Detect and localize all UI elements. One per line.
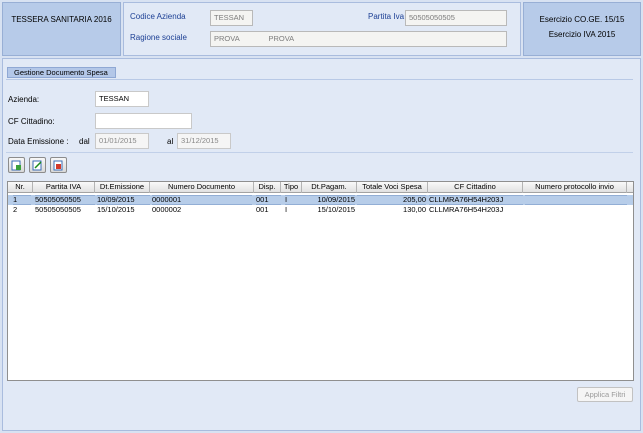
table-row[interactable]: 2 50505050505 15/10/2015 0000002 001 I 1… [8, 205, 633, 215]
azienda-label: Azienda: [8, 95, 40, 104]
partita-iva-field: 50505050505 [405, 10, 507, 26]
column-header[interactable]: Dt.Pagam. [302, 182, 357, 193]
cf-cittadino-label: CF Cittadino: [8, 117, 55, 126]
cell-nr: 1 [13, 195, 31, 205]
column-header[interactable]: Nr. [8, 182, 33, 193]
column-header[interactable]: Tipo [281, 182, 302, 193]
delete-document-icon [53, 160, 63, 171]
al-date-input[interactable]: 31/12/2015 [177, 133, 231, 149]
cell-disp: 001 [256, 195, 281, 205]
section-divider [6, 79, 633, 80]
column-header[interactable]: Numero Documento [150, 182, 254, 193]
cell-protocollo [525, 205, 627, 215]
column-header[interactable]: Totale Voci Spesa [357, 182, 428, 193]
filter-divider [6, 152, 633, 153]
column-header[interactable]: Disp. [254, 182, 281, 193]
cell-numero-documento: 0000002 [152, 205, 182, 214]
cell-tipo: I [285, 205, 288, 214]
cell-dt-pagam: 15/10/2015 [317, 205, 355, 214]
new-button[interactable] [8, 157, 25, 173]
documents-table[interactable]: Nr. Partita IVA Dt.Emissione Numero Docu… [7, 181, 634, 381]
column-header[interactable]: Numero protocollo invio [523, 182, 627, 193]
esercizio-iva: Esercizio IVA 2015 [548, 30, 616, 39]
cell-cf-cittadino: CLLMRA76H54H203J [429, 205, 504, 214]
apply-filters-button[interactable]: Applica Filtri [577, 387, 633, 402]
cell-totale: 130,00 [403, 205, 426, 214]
cell-dt-emissione: 10/09/2015 [97, 195, 150, 205]
cell-dt-pagam: 10/09/2015 [302, 195, 355, 205]
cell-numero-documento: 0000001 [152, 195, 252, 205]
cell-partita-iva: 50505050505 [35, 205, 81, 214]
data-emissione-label: Data Emissione : [8, 137, 69, 146]
cell-disp: 001 [256, 205, 269, 214]
codice-azienda-label: Codice Azienda [130, 12, 186, 21]
esercizio-coge: Esercizio CO.GE. 15/15 [539, 15, 625, 24]
new-document-icon [11, 160, 21, 171]
cell-protocollo [525, 195, 627, 205]
fiscal-year-panel: Esercizio CO.GE. 15/15 Esercizio IVA 201… [523, 2, 641, 56]
table-header: Nr. Partita IVA Dt.Emissione Numero Docu… [8, 182, 633, 193]
cell-tipo: I [285, 195, 302, 205]
codice-azienda-field: TESSAN [210, 10, 253, 26]
column-header[interactable]: Partita IVA [33, 182, 95, 193]
cell-nr: 2 [13, 205, 18, 214]
cell-cf-cittadino: CLLMRA76H54H203J [429, 195, 523, 205]
cell-totale: 205,00 [357, 195, 426, 205]
ragione-sociale-label: Ragione sociale [130, 33, 187, 42]
al-label: al [167, 137, 174, 146]
ragione-sociale-field: PROVA PROVA [210, 31, 507, 47]
edit-button[interactable] [29, 157, 46, 173]
dal-date-input[interactable]: 01/01/2015 [95, 133, 149, 149]
cell-dt-emissione: 15/10/2015 [97, 205, 135, 214]
section-title: Gestione Documento Spesa [7, 67, 116, 78]
dal-label: dal [79, 137, 90, 146]
azienda-input[interactable]: TESSAN [95, 91, 149, 107]
cell-partita-iva: 50505050505 [35, 195, 95, 205]
cf-cittadino-input[interactable] [95, 113, 192, 129]
app-title-panel: TESSERA SANITARIA 2016 [2, 2, 121, 56]
app-title: TESSERA SANITARIA 2016 [11, 15, 112, 24]
delete-button[interactable] [50, 157, 67, 173]
column-header[interactable]: Dt.Emissione [95, 182, 150, 193]
partita-iva-label: Partita Iva [368, 12, 405, 21]
edit-document-icon [32, 160, 42, 171]
app-window: TESSERA SANITARIA 2016 Codice Azienda TE… [0, 0, 643, 433]
table-row[interactable]: 1 50505050505 10/09/2015 0000001 001 I 1… [8, 195, 633, 205]
column-header[interactable]: CF Cittadino [428, 182, 523, 193]
